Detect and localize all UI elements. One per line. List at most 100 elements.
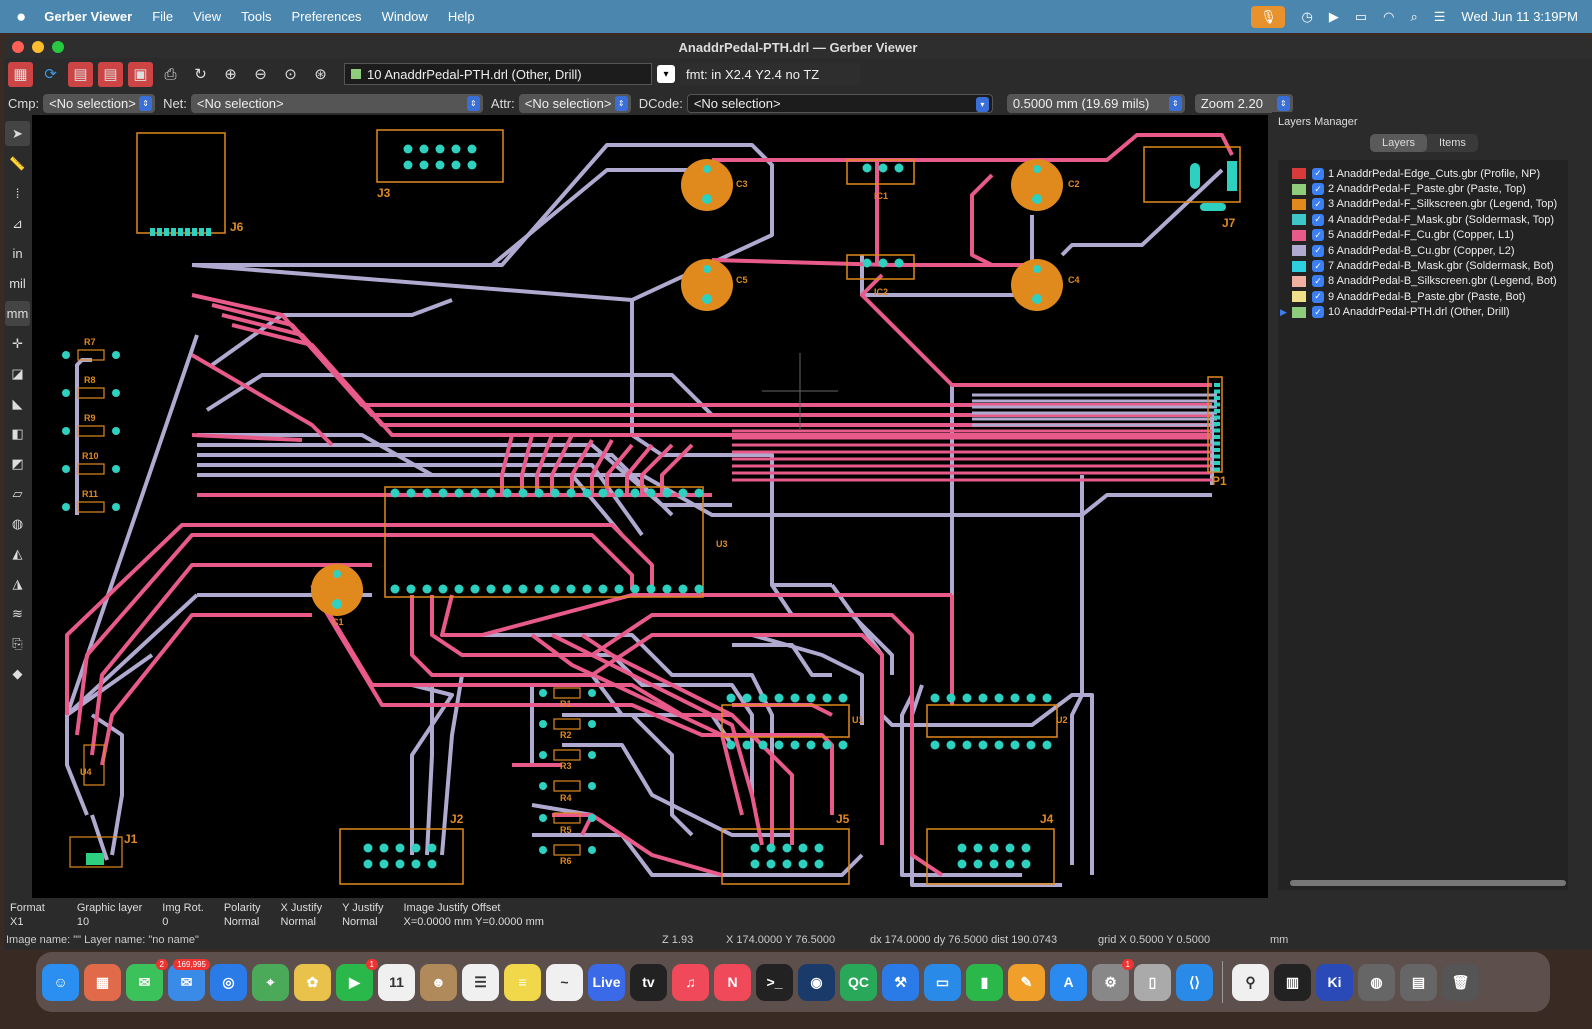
layer-visible-checkbox[interactable]: ✓	[1312, 229, 1324, 242]
layer-visible-tool-icon[interactable]: ◮	[5, 571, 30, 596]
cmp-select[interactable]: <No selection> ⇕	[43, 93, 156, 113]
print-icon[interactable]: ⎙	[158, 62, 183, 87]
mm-tool-icon[interactable]: mm	[5, 301, 30, 326]
layers-tool-icon[interactable]: ◆	[5, 661, 30, 686]
safari-icon[interactable]: ◎	[210, 963, 247, 1001]
net-tool-icon[interactable]: ⎘	[5, 631, 30, 656]
clear-all-icon[interactable]: ▦	[8, 61, 33, 87]
layer-color-swatch[interactable]	[1292, 168, 1306, 180]
redraw-icon[interactable]: ↻	[188, 62, 213, 87]
select-arrow-tool-icon[interactable]: ➤	[5, 121, 30, 146]
cursor-tool-icon[interactable]: ✛	[5, 331, 30, 356]
pages-icon[interactable]: ✎	[1008, 963, 1045, 1001]
contacts-icon[interactable]: ☻	[420, 963, 457, 1001]
layer-color-tool-icon[interactable]: ◍	[5, 511, 30, 536]
layer-visible-checkbox[interactable]: ✓	[1312, 213, 1324, 226]
layer-row[interactable]: ✓ 2 AnaddrPedal-F_Paste.gbr (Paste, Top)	[1278, 181, 1568, 196]
zoom-selection-icon[interactable]: ⊛	[308, 62, 333, 87]
maps-icon[interactable]: ⌖	[252, 963, 289, 1001]
numbers-icon[interactable]: ▮	[966, 963, 1003, 1001]
terminal-icon[interactable]: >_	[756, 963, 793, 1001]
open-drill-icon[interactable]: ▤	[98, 61, 123, 87]
kicad-icon-icon[interactable]: ⚲	[1232, 963, 1269, 1001]
layer-color-swatch[interactable]	[1292, 229, 1306, 241]
apple-icon[interactable]: ●	[16, 7, 26, 27]
clock[interactable]: Wed Jun 11 3:19PM	[1461, 9, 1578, 24]
system-settings-icon[interactable]: ⚙ 1	[1092, 958, 1134, 1001]
layer-row[interactable]: ✓ 5 AnaddrPedal-F_Cu.gbr (Copper, L1)	[1278, 228, 1568, 243]
layer-color-swatch[interactable]	[1292, 260, 1306, 272]
stacks-icon[interactable]: ▤	[1400, 963, 1437, 1001]
layer-visible-checkbox[interactable]: ✓	[1312, 198, 1324, 211]
keynote-icon[interactable]: ▭	[924, 963, 961, 1001]
layer-visible-checkbox[interactable]: ✓	[1312, 244, 1324, 257]
net-select[interactable]: <No selection> ⇕	[190, 93, 483, 113]
menu-file[interactable]: File	[152, 9, 173, 24]
xcode-icon[interactable]: ⚒	[882, 963, 919, 1001]
layer-color-swatch[interactable]	[1292, 291, 1306, 303]
zoom-select[interactable]: Zoom 2.20 ⇕	[1194, 93, 1293, 113]
messages-icon[interactable]: ✉ 2	[126, 958, 168, 1001]
layer-row[interactable]: ✓ 8 AnaddrPedal-B_Silkscreen.gbr (Legend,…	[1278, 274, 1568, 289]
menu-help[interactable]: Help	[448, 9, 475, 24]
time-machine-icon[interactable]: ◷	[1301, 9, 1312, 25]
steam-icon[interactable]: ◉	[798, 963, 835, 1001]
layer-visible-checkbox[interactable]: ✓	[1312, 167, 1324, 180]
news-icon[interactable]: N	[714, 963, 751, 1001]
flash-tool-icon[interactable]: ◣	[5, 391, 30, 416]
layer-row[interactable]: ✓ 7 AnaddrPedal-B_Mask.gbr (Soldermask, B…	[1278, 258, 1568, 273]
calendar-icon[interactable]: 11	[378, 963, 415, 1001]
layer-visible-checkbox[interactable]: ✓	[1312, 290, 1324, 303]
trash-icon[interactable]: 🗑	[1442, 963, 1479, 1001]
tab-layers[interactable]: Layers	[1370, 134, 1428, 152]
layer-color-swatch[interactable]	[1292, 214, 1306, 226]
horizontal-scrollbar[interactable]	[1290, 880, 1566, 886]
zoom-in-icon[interactable]: ⊕	[218, 62, 243, 87]
photos-icon[interactable]: ✿	[294, 963, 331, 1001]
finder-icon[interactable]: ☺	[42, 963, 79, 1001]
kicad-icon[interactable]: Ki	[1316, 963, 1353, 1001]
layer-visible-checkbox[interactable]: ✓	[1312, 275, 1324, 288]
zoom-fit-icon[interactable]: ⊙	[278, 62, 303, 87]
in-tool-icon[interactable]: in	[5, 241, 30, 266]
layer-row[interactable]: ✓ 1 AnaddrPedal-Edge_Cuts.gbr (Profile, N…	[1278, 166, 1568, 181]
reminders-icon[interactable]: ☰	[462, 963, 499, 1001]
sketch-tool-icon[interactable]: ◩	[5, 451, 30, 476]
layer-row[interactable]: ✓ 3 AnaddrPedal-F_Silkscreen.gbr (Legend,…	[1278, 197, 1568, 212]
launchpad-icon[interactable]: ▦	[84, 963, 121, 1001]
chevron-down-icon[interactable]: ▾	[657, 65, 675, 83]
menu-view[interactable]: View	[193, 9, 221, 24]
piano-icon[interactable]: ▥	[1274, 963, 1311, 1001]
facetime-icon[interactable]: ▶ 1	[336, 958, 378, 1001]
layer-select[interactable]: 10 AnaddrPedal-PTH.drl (Other, Drill)	[344, 63, 652, 85]
app-store-icon[interactable]: A	[1050, 963, 1087, 1001]
layer-visible-checkbox[interactable]: ✓	[1312, 183, 1324, 196]
layer-color-swatch[interactable]	[1292, 183, 1306, 195]
highlight-tool-icon[interactable]: ≋	[5, 601, 30, 626]
layer-visible-checkbox[interactable]: ✓	[1312, 306, 1324, 319]
mail-icon[interactable]: ✉ 169,995	[168, 958, 210, 1001]
layer-color-swatch[interactable]	[1292, 275, 1306, 287]
open-zip-icon[interactable]: ▣	[128, 61, 153, 87]
layer-color-swatch[interactable]	[1292, 306, 1306, 318]
dcode-select[interactable]: <No selection> ▾	[686, 93, 993, 113]
reload-icon[interactable]: ⟳	[38, 62, 63, 87]
notes-icon[interactable]: ≡	[504, 963, 541, 1001]
outline-tool-icon[interactable]: ▱	[5, 481, 30, 506]
ruler-tool-icon[interactable]: 📏	[5, 151, 30, 176]
dcode-tool-icon[interactable]: ◪	[5, 361, 30, 386]
layer-visible-checkbox[interactable]: ✓	[1312, 260, 1324, 273]
zoom-out-icon[interactable]: ⊖	[248, 62, 273, 87]
tv-icon[interactable]: tv	[630, 963, 667, 1001]
pcb-canvas[interactable]: J3 J6 C3 IC1 C2 J7 C5 IC2 C4 R7 R8 R9 R10 R11 P1 U3 C1 R1…	[32, 115, 1268, 898]
control-center-icon[interactable]: ☰	[1434, 9, 1446, 25]
layer-row[interactable]: ✓ 4 AnaddrPedal-F_Mask.gbr (Soldermask, T…	[1278, 212, 1568, 227]
layer-row[interactable]: ✓ 6 AnaddrPedal-B_Cu.gbr (Copper, L2)	[1278, 243, 1568, 258]
negative-tool-icon[interactable]: ◧	[5, 421, 30, 446]
menu-tools[interactable]: Tools	[241, 9, 271, 24]
menu-preferences[interactable]: Preferences	[291, 9, 361, 24]
polar-tool-icon[interactable]: ⊿	[5, 211, 30, 236]
music-icon[interactable]: ♫	[672, 963, 709, 1001]
play-icon[interactable]: ▶	[1329, 9, 1339, 25]
layer-row[interactable]: ▶ ✓ 10 AnaddrPedal-PTH.drl (Other, Drill)	[1278, 305, 1568, 320]
